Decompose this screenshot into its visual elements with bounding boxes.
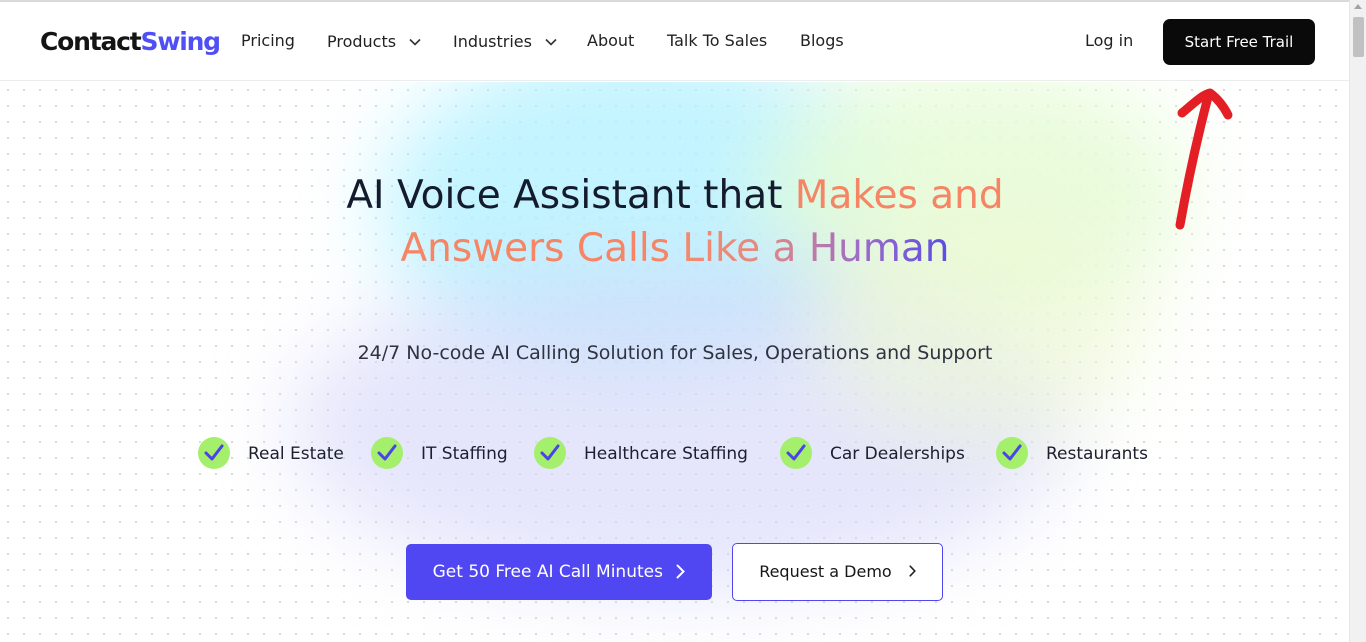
request-demo-label: Request a Demo (759, 562, 892, 581)
industry-label: Real Estate (248, 444, 344, 464)
industry-label: IT Staffing (421, 444, 508, 464)
nav-about-label: About (587, 31, 635, 50)
check-circle-icon (534, 437, 566, 469)
logo-text-swing: Swing (140, 27, 222, 56)
get-free-minutes-label: Get 50 Free AI Call Minutes (432, 562, 663, 582)
nav-blogs-label: Blogs (800, 31, 844, 50)
headline-gradient-text: Like a Human (682, 226, 950, 271)
nav-products[interactable]: Products (327, 30, 421, 53)
logo-text-contact: Contact (40, 27, 142, 56)
get-free-minutes-button[interactable]: Get 50 Free AI Call Minutes (406, 544, 712, 600)
headline-orange-text-2: Answers Calls (400, 226, 670, 271)
nav-pricing-label: Pricing (241, 31, 295, 50)
check-circle-icon (371, 437, 403, 469)
red-arrow-annotation (1175, 88, 1233, 230)
page-scrollbar[interactable] (1349, 0, 1366, 642)
contactswing-logo[interactable]: ContactSwing (40, 24, 222, 60)
chevron-down-icon (409, 30, 421, 52)
hero-headline: AI Voice Assistant that Makes and Answer… (250, 169, 1100, 275)
nav-talk-to-sales-label: Talk To Sales (667, 31, 768, 50)
industry-label: Car Dealerships (830, 444, 965, 464)
industry-label: Healthcare Staffing (584, 444, 748, 464)
headline-orange-text-1: Makes and (794, 173, 1004, 218)
chevron-right-icon (676, 546, 686, 602)
industry-label: Restaurants (1046, 444, 1148, 464)
login-link[interactable]: Log in (1085, 30, 1133, 52)
chevron-down-icon (545, 30, 557, 52)
nav-products-label: Products (327, 32, 397, 51)
scroll-up-arrow-icon[interactable] (1354, 4, 1362, 9)
start-free-trial-button[interactable]: Start Free Trail (1163, 19, 1315, 65)
check-circle-icon (996, 437, 1028, 469)
check-circle-icon (780, 437, 812, 469)
navbar: ContactSwing Pricing Products Industries… (0, 2, 1349, 81)
nav-talk-to-sales[interactable]: Talk To Sales (667, 30, 767, 52)
nav-about[interactable]: About (587, 30, 634, 52)
check-circle-icon (198, 437, 230, 469)
nav-pricing[interactable]: Pricing (241, 30, 295, 52)
hero-section: AI Voice Assistant that Makes and Answer… (0, 82, 1349, 642)
hero-subtitle: 24/7 No-code AI Calling Solution for Sal… (357, 342, 993, 364)
chevron-right-icon (909, 544, 916, 600)
nav-industries[interactable]: Industries (453, 30, 557, 53)
nav-industries-label: Industries (453, 32, 532, 51)
nav-blogs[interactable]: Blogs (800, 30, 844, 52)
request-demo-button[interactable]: Request a Demo (732, 543, 943, 601)
scrollbar-thumb[interactable] (1353, 17, 1364, 57)
headline-dark-text: AI Voice Assistant that (346, 173, 783, 218)
